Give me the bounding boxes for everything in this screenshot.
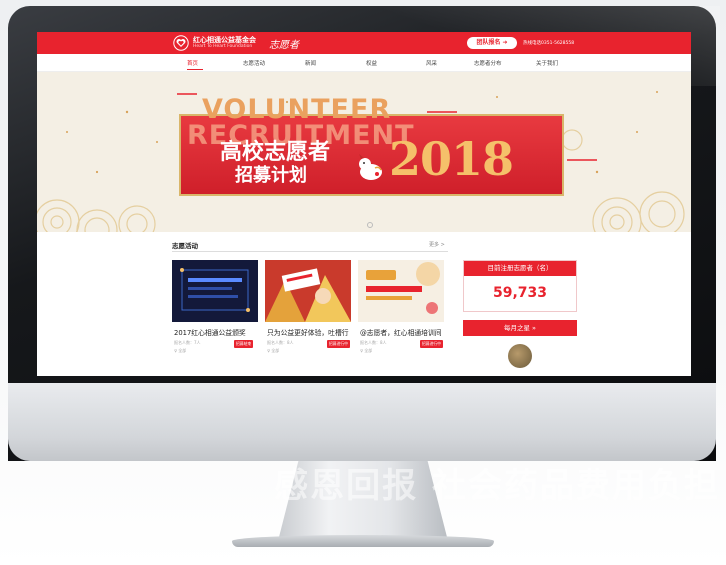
activity-scope: ♀ 全部 [360, 348, 373, 353]
main-nav: 首页 志愿活动 新闻 权益 风采 志愿者分布 关于我们 [37, 54, 691, 72]
activity-thumbnail [265, 260, 351, 322]
activity-signup-count: 报名人数：8人 [267, 340, 294, 345]
activity-thumbnail [172, 260, 258, 322]
banner-year: 2018 [389, 132, 514, 186]
carousel-indicator[interactable] [367, 222, 373, 228]
status-badge: 招募进行中 [327, 340, 350, 348]
activity-card[interactable]: 2017红心相通公益颁奖 报名人数：7人 ♀ 全部 招募结束 [172, 260, 258, 376]
nav-item-rights[interactable]: 权益 [366, 59, 377, 67]
more-link[interactable]: 更多 > [429, 241, 445, 248]
monthly-star-link[interactable]: 每月之星 » [463, 320, 577, 336]
activity-signup-count: 报名人数：7人 [174, 340, 201, 345]
recruitment-banner[interactable]: VOLUNTEER RECRUITMENT 高校志愿者 招募计划 2018 [37, 72, 691, 232]
heart-logo-icon [173, 35, 189, 51]
avatar[interactable] [508, 344, 532, 368]
activity-title: 2017红心相通公益颁奖 [174, 329, 246, 337]
nav-active-indicator [187, 69, 203, 70]
brand-name-en: Heart To Heart Foundation [193, 44, 253, 49]
activity-thumbnail [358, 260, 444, 322]
nav-item-news[interactable]: 新闻 [305, 59, 316, 67]
banner-cn-title-2: 招募计划 [235, 165, 307, 186]
section-title: 志愿活动 [172, 242, 198, 250]
volunteer-script-logo: 志愿者 [269, 40, 299, 51]
volunteer-count-box: 目前注册志愿者（名） 59,733 [463, 260, 577, 312]
website-screen: 红心相通公益基金会 Heart To Heart Foundation 志愿者 … [37, 32, 691, 376]
activity-title: @志愿者，红心相通培训间 [360, 329, 442, 337]
top-header-bar: 红心相通公益基金会 Heart To Heart Foundation 志愿者 … [37, 32, 691, 54]
nav-item-distribution[interactable]: 志愿者分布 [474, 59, 502, 67]
background-watermark: 感恩回报 社会药品费用负担 [274, 466, 720, 506]
activity-title: 只为公益更好体验，吐槽行 [267, 329, 349, 337]
nav-item-about[interactable]: 关于我们 [536, 59, 558, 67]
monitor-base [232, 535, 494, 547]
activity-scope: ♀ 全部 [267, 348, 280, 353]
monitor-chin [8, 383, 716, 461]
nav-item-gallery[interactable]: 风采 [426, 59, 437, 67]
activity-card[interactable]: @志愿者，红心相通培训间 报名人数：8人 ♀ 全部 招募进行中 [358, 260, 444, 376]
volunteer-count-label: 目前注册志愿者（名） [464, 261, 576, 276]
activity-card[interactable]: 只为公益更好体验，吐槽行 报名人数：8人 ♀ 全部 招募进行中 [265, 260, 351, 376]
activity-signup-count: 报名人数：8人 [360, 340, 387, 345]
volunteer-count-value: 59,733 [492, 285, 548, 301]
dog-icon [359, 154, 382, 180]
section-divider [172, 251, 448, 252]
nav-item-home[interactable]: 首页 [187, 59, 198, 67]
hotline-text: 热线电话0351-5628558 [523, 41, 575, 46]
team-signup-button[interactable]: 团队报名 ➜ [467, 37, 517, 49]
activity-scope: ♀ 全部 [174, 348, 187, 353]
nav-item-activities[interactable]: 志愿活动 [243, 59, 265, 67]
status-badge: 招募结束 [234, 340, 254, 348]
status-badge: 招募进行中 [420, 340, 443, 348]
